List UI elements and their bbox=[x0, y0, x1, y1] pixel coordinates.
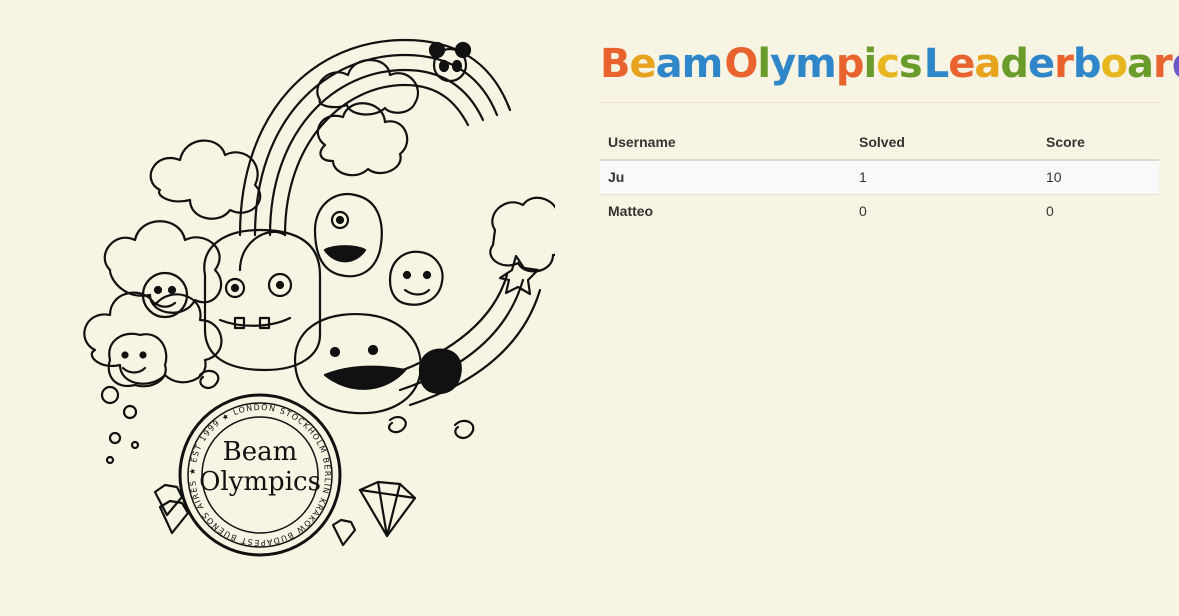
svg-text:Beam: Beam bbox=[223, 437, 298, 467]
page: ★ EST 1999 ★ LONDON STOCKHOLM BERLIN KRA… bbox=[0, 0, 1179, 616]
title-letter: c bbox=[876, 41, 900, 87]
title-letter: m bbox=[795, 41, 837, 87]
score-cell: 0 bbox=[1038, 194, 1159, 228]
leaderboard-panel: Beam Olympics Leaderboard Username Solve… bbox=[600, 30, 1179, 228]
title-letter: e bbox=[948, 41, 975, 87]
table-row: Ju 1 10 bbox=[600, 160, 1159, 195]
title-letter: e bbox=[629, 41, 657, 87]
table-row: Matteo 0 0 bbox=[600, 194, 1159, 228]
title-letter: r bbox=[1153, 41, 1173, 87]
title-letter: a bbox=[1127, 41, 1154, 87]
leaderboard-table: Username Solved Score Ju 1 10 Matteo 0 0 bbox=[600, 125, 1159, 228]
title-letter: s bbox=[898, 41, 923, 87]
title-letter: a bbox=[974, 41, 1001, 87]
column-header-score: Score bbox=[1038, 125, 1159, 161]
page-title: Beam Olympics Leaderboard bbox=[600, 30, 1179, 103]
username-cell: Ju bbox=[608, 169, 625, 185]
title-letter: o bbox=[1100, 41, 1129, 87]
solved-cell: 0 bbox=[851, 194, 1038, 228]
solved-cell: 1 bbox=[859, 169, 867, 185]
title-letter: a bbox=[655, 41, 683, 87]
title-letter: d bbox=[1000, 41, 1029, 87]
title-letter: B bbox=[600, 41, 630, 87]
beam-olympics-logo: ★ EST 1999 ★ LONDON STOCKHOLM BERLIN KRA… bbox=[55, 20, 342, 557]
title-letter: p bbox=[835, 41, 865, 87]
table-header-row: Username Solved Score bbox=[600, 125, 1159, 161]
svg-text:Olympics: Olympics bbox=[199, 467, 321, 497]
title-letter: i bbox=[863, 41, 877, 87]
username-cell: Matteo bbox=[600, 194, 851, 228]
column-header-solved: Solved bbox=[851, 125, 1038, 161]
title-letter: e bbox=[1028, 41, 1055, 87]
title-letter: L bbox=[923, 41, 949, 87]
title-letter: l bbox=[757, 41, 771, 87]
title-letter: r bbox=[1054, 41, 1074, 87]
doodle-illustration: ★ EST 1999 ★ LONDON STOCKHOLM BERLIN KRA… bbox=[55, 20, 555, 560]
title-letter: y bbox=[770, 41, 796, 87]
title-letter: O bbox=[724, 41, 758, 87]
title-letter: b bbox=[1072, 41, 1102, 87]
column-header-username: Username bbox=[600, 125, 851, 161]
title-letter: m bbox=[681, 41, 724, 87]
doodle-svg: ★ EST 1999 ★ LONDON STOCKHOLM BERLIN KRA… bbox=[55, 20, 555, 557]
title-letter: d bbox=[1172, 30, 1179, 98]
score-cell: 10 bbox=[1046, 169, 1062, 185]
